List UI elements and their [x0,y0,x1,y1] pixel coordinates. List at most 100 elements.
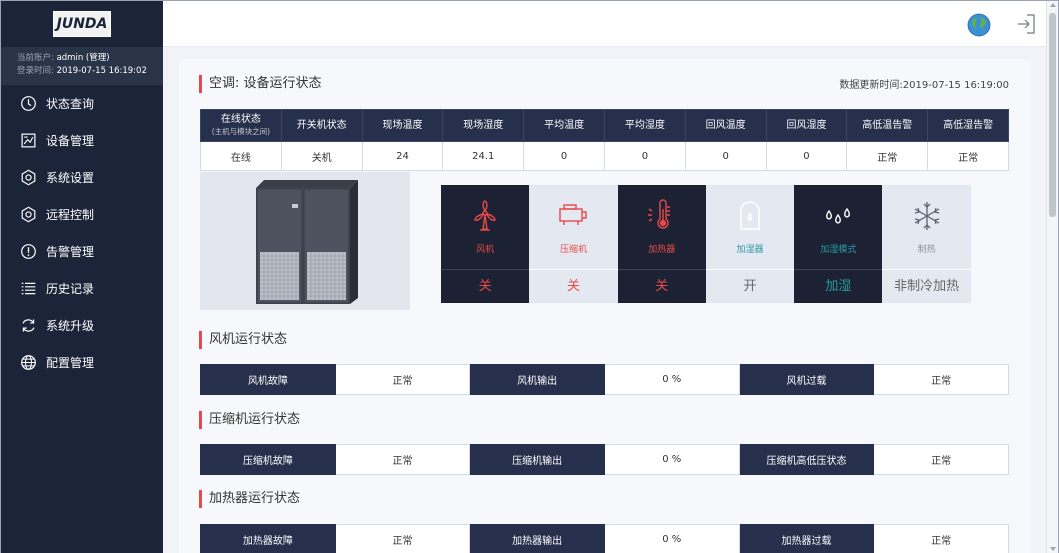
kv-value: 正常 [873,524,1009,553]
nav-label: 告警管理 [46,245,95,259]
top-bar [163,1,1048,47]
nav-item-system-settings[interactable]: 系统设置 [1,159,163,196]
kv-key: 风机过载 [738,364,875,395]
table-row: 加热器故障 正常 加热器输出 0 % 加热器过载 正常 [200,524,1009,553]
main-content: 空调: 设备运行状态 数据更新时间:2019-07-15 16:19:00 在线… [163,47,1046,553]
cell-humidity-alarm: 正常 [927,141,1009,171]
tile-value: 开 [705,269,795,303]
nav-label: 系统设置 [46,171,95,185]
update-time: 数据更新时间:2019-07-15 16:19:00 [839,80,1009,91]
kv-key: 风机输出 [469,364,605,395]
snowflake-icon [882,199,970,233]
tile-humidify-mode: 加湿模式 加湿 [794,185,883,303]
scroll-up-arrow-icon[interactable] [1050,3,1056,7]
tile-heater: 加热器 关 [617,185,706,303]
col-header: 高低湿告警 [927,109,1009,142]
table-row: 压缩机故障 正常 压缩机输出 0 % 压缩机高低压状态 正常 [200,444,1009,475]
col-header: 平均湿度 [603,109,686,142]
nav-item-upgrade[interactable]: 系统升级 [1,307,163,344]
tile-value: 关 [529,269,618,303]
nav-label: 远程控制 [46,208,95,222]
kv-key: 压缩机故障 [200,444,336,475]
tile-name: 加湿模式 [820,245,857,255]
account-info: 当前账户: admin (管理) 登录时间: 2019-07-15 16:19:… [1,47,163,85]
tile-name: 压缩机 [559,245,587,255]
nav-item-remote-control[interactable]: 远程控制 [1,196,163,233]
kv-key: 压缩机高低压状态 [738,444,875,475]
col-header: 平均温度 [523,109,605,142]
fan-status-table: 风机故障 正常 风机输出 0 % 风机过载 正常 [200,364,1009,395]
col-header: 开关机状态 [280,109,363,142]
cell-return-humidity: 0 [765,141,848,171]
tile-fan: 风机 关 [441,185,530,303]
cell-avg-temp: 0 [523,141,605,171]
alert-icon [19,243,37,261]
col-header: 现场温度 [361,109,444,142]
logo-area: JUNDA [1,1,163,47]
gear-icon [19,169,37,187]
tile-humidifier: 加湿器 开 [705,185,795,303]
brand-logo[interactable]: JUNDA [53,11,111,37]
col-header: 在线状态 (主机与模块之间) [200,109,282,142]
kv-value: 正常 [334,364,471,395]
sidebar: JUNDA 当前账户: admin (管理) 登录时间: 2019-07-15 … [1,1,163,553]
cell-return-temp: 0 [684,141,767,171]
account-login-value: 2019-07-15 16:19:02 [56,66,147,76]
col-header: 高低温告警 [846,109,929,142]
device-icon [19,132,37,150]
nav-label: 状态查询 [46,97,95,111]
nav-label: 配置管理 [46,356,95,370]
humidifier-icon [706,199,794,233]
cell-avg-humidity: 0 [603,141,686,171]
logo-text: JUNDA [56,16,108,32]
tile-value: 加湿 [794,269,883,303]
tile-compressor: 压缩机 关 [529,185,618,303]
nav-item-alarm[interactable]: 告警管理 [1,233,163,270]
gear-icon [19,206,37,224]
vertical-scrollbar[interactable] [1046,1,1058,553]
nav-item-config[interactable]: 配置管理 [1,344,163,381]
section-title-compressor: 压缩机运行状态 [199,411,300,429]
tile-name: 加湿器 [736,245,764,255]
sidebar-nav: 状态查询 设备管理 系统设置 远程控制 告警管理 历史记录 系统升级 配置管理 [1,85,163,381]
nav-label: 设备管理 [46,134,95,148]
droplets-icon [794,199,882,233]
nav-item-device[interactable]: 设备管理 [1,122,163,159]
kv-value: 正常 [334,444,471,475]
component-tiles: 风机 关 压缩机 关 加热器 关 加湿器 开 加湿模式 加湿 制热 非制冷加热 [441,185,971,303]
kv-value: 正常 [873,364,1009,395]
kv-value: 0 % [603,524,740,553]
scrollbar-thumb[interactable] [1049,13,1056,217]
kv-key: 压缩机输出 [469,444,605,475]
table-row: 风机故障 正常 风机输出 0 % 风机过载 正常 [200,364,1009,395]
scroll-down-arrow-icon[interactable] [1050,547,1056,551]
kv-value: 正常 [873,444,1009,475]
tile-value: 关 [441,269,530,303]
account-user-label: 当前账户: [17,53,54,63]
tile-name: 制热 [917,245,936,255]
kv-value: 0 % [603,364,740,395]
nav-item-history[interactable]: 历史记录 [1,270,163,307]
status-table-header: 在线状态 (主机与模块之间) 开关机状态 现场温度 现场湿度 平均温度 平均湿度 … [200,109,1009,142]
tile-value: 关 [617,269,706,303]
refresh-icon [19,317,37,335]
logout-icon[interactable] [1015,13,1037,35]
tile-value: 非制冷加热 [882,269,971,303]
kv-key: 风机故障 [200,364,336,395]
account-login-label: 登录时间: [17,66,54,76]
col-header: 回风温度 [684,109,767,142]
fan-icon [441,199,529,233]
kv-value: 正常 [334,524,471,553]
section-title-heater: 加热器运行状态 [199,490,300,508]
language-globe-icon[interactable] [967,13,991,37]
cell-temp-alarm: 正常 [846,141,929,171]
status-panel: 空调: 设备运行状态 数据更新时间:2019-07-15 16:19:00 在线… [179,59,1031,553]
heater-status-table: 加热器故障 正常 加热器输出 0 % 加热器过载 正常 [200,524,1009,553]
section-title-fan: 风机运行状态 [199,331,287,349]
nav-item-status[interactable]: 状态查询 [1,85,163,122]
nav-label: 系统升级 [46,319,95,333]
nav-label: 历史记录 [46,282,95,296]
tile-name: 加热器 [648,245,676,255]
heater-icon [618,199,706,233]
col-header: 回风湿度 [765,109,848,142]
